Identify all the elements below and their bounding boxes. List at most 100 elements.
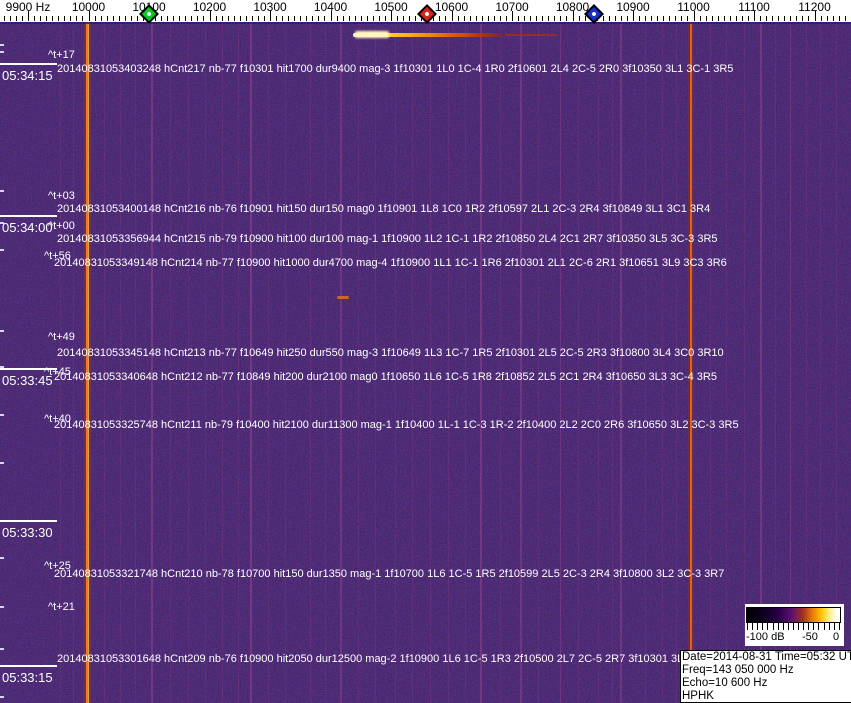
freq-tick — [651, 16, 653, 21]
freq-tick — [778, 16, 780, 21]
freq-tick — [294, 16, 296, 21]
freq-tick — [58, 16, 60, 21]
db-ruler-tick — [757, 623, 759, 630]
freq-tick — [723, 16, 725, 21]
freq-tick — [300, 16, 302, 21]
freq-tick — [475, 16, 477, 21]
db-color-scale: -100 dB -50 0 — [745, 604, 844, 646]
meteor-echo-streak — [337, 296, 349, 299]
spectral-line — [760, 22, 762, 703]
time-label: 05:34:00 — [2, 220, 53, 235]
spectral-line — [238, 22, 239, 703]
db-ruler-tick — [798, 623, 799, 630]
freq-tick — [263, 16, 265, 21]
spectral-line — [620, 22, 622, 703]
spectral-line — [325, 22, 326, 703]
freq-tick — [203, 16, 205, 21]
freq-tick — [844, 16, 846, 21]
freq-tick — [760, 16, 761, 21]
freq-tick-label: 10900 — [616, 0, 650, 14]
freq-tick — [257, 16, 259, 21]
freq-tick — [445, 16, 447, 21]
freq-tick — [318, 16, 320, 21]
freq-tick — [173, 16, 175, 21]
db-ruler-tick — [762, 623, 764, 630]
detection-log-line: 20140831053325748 hCnt211 nb-79 f10400 h… — [54, 419, 739, 431]
freq-tick — [584, 16, 586, 21]
freq-tick — [276, 16, 277, 21]
spectral-line — [676, 22, 677, 703]
freq-tick — [741, 16, 743, 21]
detection-log-line: 20140831053403248 hCnt217 nb-77 f10301 h… — [57, 63, 734, 75]
freq-tick — [161, 16, 163, 21]
freq-tick — [699, 16, 701, 21]
left-edge-tick — [0, 557, 4, 559]
freq-tick — [808, 16, 810, 21]
status-info-box: Date=2014-08-31 Time=05:32 UTC Freq=143 … — [680, 650, 851, 703]
freq-tick — [306, 16, 308, 21]
spectrogram-canvas[interactable] — [0, 22, 851, 703]
freq-tick — [518, 16, 519, 21]
freq-tick-label: 10300 — [253, 0, 287, 14]
freq-tick — [185, 16, 187, 21]
marker-center-dot — [424, 11, 431, 17]
event-time-marker: ^t+49 — [48, 331, 75, 343]
db-label-max: 0 — [833, 631, 840, 643]
spectral-line — [340, 22, 342, 703]
freq-tick — [542, 16, 544, 21]
freq-tick — [348, 16, 350, 21]
frequency-axis[interactable]: 9900 Hz100001010010200103001040010500106… — [0, 0, 851, 24]
freq-tick — [360, 16, 362, 21]
left-edge-tick — [0, 190, 4, 192]
spectral-line — [645, 22, 646, 703]
freq-tick — [626, 16, 628, 21]
freq-tick — [124, 16, 126, 21]
freq-tick-label: 11000 — [677, 0, 710, 14]
freq-tick — [378, 16, 380, 21]
spectral-line — [726, 22, 727, 703]
spectral-line — [538, 22, 539, 703]
freq-tick — [790, 16, 792, 21]
freq-tick — [40, 16, 42, 21]
freq-tick — [487, 16, 489, 21]
freq-tick — [530, 16, 532, 21]
freq-tick — [21, 16, 23, 21]
freq-tick — [336, 16, 338, 21]
freq-tick — [403, 16, 405, 21]
freq-tick — [548, 16, 550, 21]
db-ruler-tick — [747, 623, 748, 630]
freq-tick — [52, 16, 54, 21]
freq-tick — [481, 16, 483, 21]
db-ruler-tick — [823, 623, 825, 630]
freq-tick — [657, 16, 659, 21]
freq-tick — [239, 16, 241, 21]
freq-tick — [15, 16, 17, 21]
freq-tick — [705, 16, 707, 21]
freq-tick — [354, 16, 356, 21]
freq-tick — [457, 16, 459, 21]
freq-tick — [221, 16, 223, 21]
db-ruler-tick — [803, 623, 805, 630]
detection-log-line: 20140831053340648 hCnt212 nb-77 f10849 h… — [54, 371, 717, 383]
left-edge-tick — [0, 249, 4, 251]
detection-log-line: 20140831053345148 hCnt213 nb-77 f10649 h… — [57, 347, 724, 359]
info-frequency: Freq=143 050 000 Hz — [682, 664, 794, 676]
spectral-line — [710, 22, 711, 703]
db-ruler-tick — [792, 623, 794, 630]
time-tick-line — [0, 520, 57, 522]
freq-tick — [70, 16, 72, 21]
freq-tick — [46, 16, 48, 21]
freq-tick-label: 11200 — [798, 0, 831, 14]
freq-tick-label: 10500 — [374, 0, 408, 14]
spectral-line — [412, 22, 413, 703]
db-ruler-tick — [808, 623, 810, 630]
noise-texture — [0, 22, 851, 703]
freq-tick — [681, 16, 683, 21]
spectral-line — [448, 22, 449, 703]
freq-tick — [566, 16, 568, 21]
db-ruler-tick — [772, 623, 774, 630]
freq-tick — [524, 16, 526, 21]
db-ruler-tick — [813, 623, 815, 630]
freq-tick-label: 10700 — [495, 0, 529, 14]
marker-center-dot — [146, 11, 152, 17]
